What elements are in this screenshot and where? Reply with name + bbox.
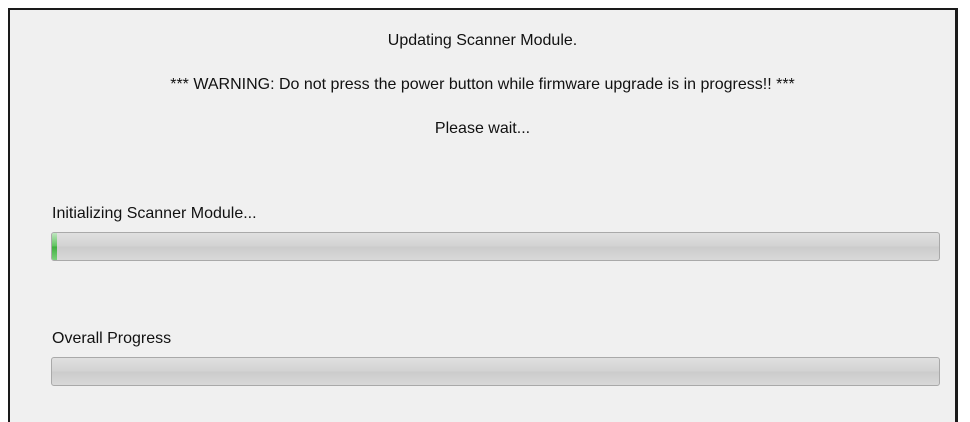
update-title: Updating Scanner Module. [387,32,578,49]
module-progress-label: Initializing Scanner Module... [52,205,257,222]
overall-progress-label: Overall Progress [52,330,172,347]
warning-message: *** WARNING: Do not press the power butt… [170,76,795,93]
module-progress-bar [51,232,940,261]
module-progress-fill [52,233,58,260]
firmware-update-panel: Updating Scanner Module. *** WARNING: Do… [8,8,958,422]
overall-progress-bar [51,357,940,386]
wait-message: Please wait... [434,120,531,137]
